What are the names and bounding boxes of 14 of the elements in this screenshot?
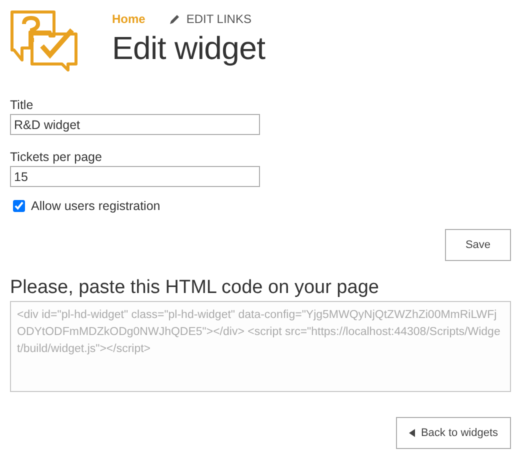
registration-checkbox[interactable] (13, 200, 25, 212)
pencil-icon (169, 14, 180, 24)
back-button[interactable]: Back to widgets (396, 417, 511, 449)
save-button[interactable]: Save (445, 229, 511, 261)
caret-left-icon (408, 429, 415, 437)
field-label: Tickets per page (10, 150, 103, 164)
checkbox-label: Allow users registration (31, 199, 160, 213)
page-title: Edit widget (112, 30, 266, 67)
edit-links-link[interactable]: EDIT LINKS (169, 12, 252, 26)
field-label: Title (10, 98, 34, 112)
logo-icon (10, 10, 80, 72)
tickets-input[interactable]: 15 (10, 166, 260, 187)
title-input[interactable]: R&D widget (10, 114, 260, 135)
embed-heading: Please, paste this HTML code on your page (10, 277, 380, 299)
